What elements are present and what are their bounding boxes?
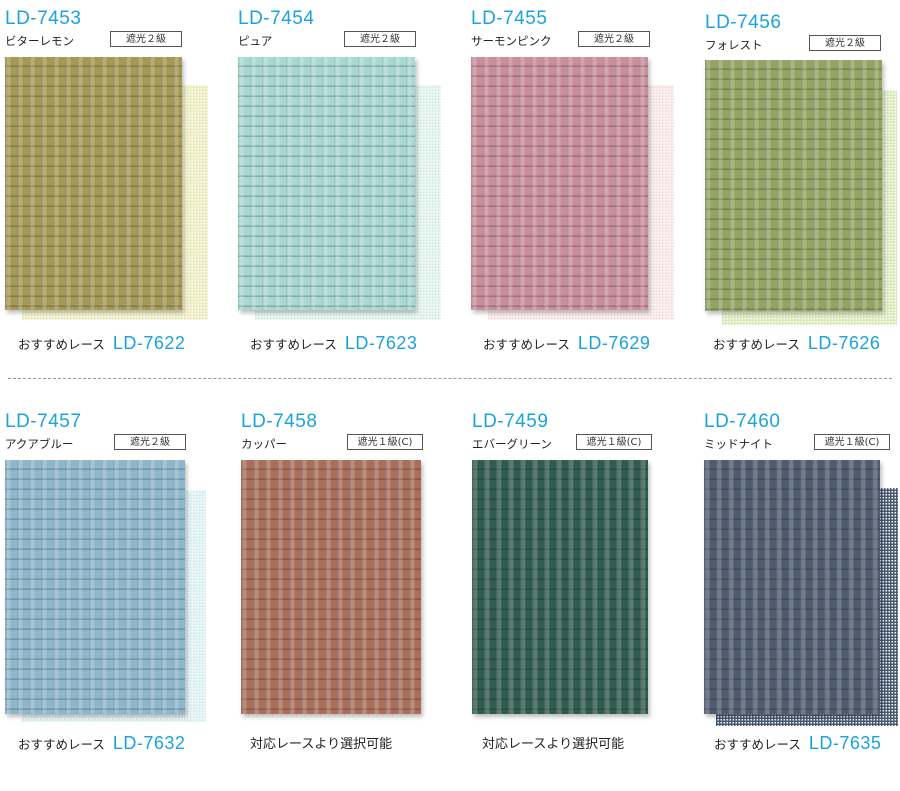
recommended-lace: おすすめレース LD-7623 xyxy=(250,333,417,354)
recommended-lace-code[interactable]: LD-7623 xyxy=(345,333,418,353)
shading-grade-badge: 遮光２級 xyxy=(110,31,182,47)
fabric-swatch-ld7460[interactable] xyxy=(704,460,880,714)
lace-selection-note: 対応レースより選択可能 xyxy=(482,737,625,752)
product-code: LD-7456 xyxy=(705,12,782,33)
product-name: アクアブルー xyxy=(5,437,74,451)
shading-grade-badge: 遮光２級 xyxy=(114,434,186,450)
product-code: LD-7460 xyxy=(704,411,781,432)
recommended-lace-label: おすすめレース xyxy=(483,337,570,352)
section-divider xyxy=(8,378,892,379)
product-name: エバーグリーン xyxy=(472,437,552,451)
product-code: LD-7458 xyxy=(241,411,318,432)
product-name: サーモンピンク xyxy=(471,34,552,48)
fabric-swatch-ld7455[interactable] xyxy=(471,57,648,310)
shading-grade-badge: 遮光１級(C) xyxy=(347,434,423,450)
product-name: ミッドナイト xyxy=(704,437,773,451)
recommended-lace-label: おすすめレース xyxy=(714,737,801,752)
fabric-swatch-ld7456[interactable] xyxy=(705,60,882,311)
recommended-lace-label: おすすめレース xyxy=(18,737,105,752)
recommended-lace: おすすめレース LD-7622 xyxy=(18,333,185,354)
shading-grade-badge: 遮光２級 xyxy=(578,31,650,47)
recommended-lace-label: おすすめレース xyxy=(18,337,105,352)
fabric-swatch-ld7457[interactable] xyxy=(5,460,185,714)
shading-grade-badge: 遮光２級 xyxy=(809,35,881,51)
fabric-swatch-ld7458[interactable] xyxy=(241,460,421,714)
shading-grade-badge: 遮光２級 xyxy=(344,31,416,47)
product-code: LD-7459 xyxy=(472,411,549,432)
recommended-lace-code[interactable]: LD-7635 xyxy=(809,733,882,753)
fabric-swatch-ld7453[interactable] xyxy=(5,57,182,310)
shading-grade-badge: 遮光１級(C) xyxy=(576,434,652,450)
product-code: LD-7454 xyxy=(238,8,315,29)
recommended-lace: おすすめレース LD-7629 xyxy=(483,333,650,354)
shading-grade-badge: 遮光１級(C) xyxy=(814,434,890,450)
recommended-lace-code[interactable]: LD-7626 xyxy=(808,333,881,353)
recommended-lace-label: おすすめレース xyxy=(713,337,800,352)
product-name: フォレスト xyxy=(705,38,763,52)
product-name: カッパー xyxy=(241,437,287,451)
recommended-lace: おすすめレース LD-7626 xyxy=(713,333,880,354)
product-code: LD-7453 xyxy=(5,8,82,29)
lace-selection-note: 対応レースより選択可能 xyxy=(250,737,393,752)
fabric-swatch-ld7459[interactable] xyxy=(472,460,648,714)
product-name: ビターレモン xyxy=(5,34,74,48)
product-code: LD-7457 xyxy=(5,411,82,432)
product-name: ピュア xyxy=(238,34,273,48)
recommended-lace: おすすめレース LD-7632 xyxy=(18,733,185,754)
recommended-lace-code[interactable]: LD-7632 xyxy=(113,733,186,753)
fabric-swatch-ld7454[interactable] xyxy=(238,57,415,310)
recommended-lace-label: おすすめレース xyxy=(250,337,337,352)
recommended-lace-code[interactable]: LD-7629 xyxy=(578,333,651,353)
recommended-lace: おすすめレース LD-7635 xyxy=(714,733,881,754)
product-code: LD-7455 xyxy=(471,8,548,29)
recommended-lace-code[interactable]: LD-7622 xyxy=(113,333,186,353)
